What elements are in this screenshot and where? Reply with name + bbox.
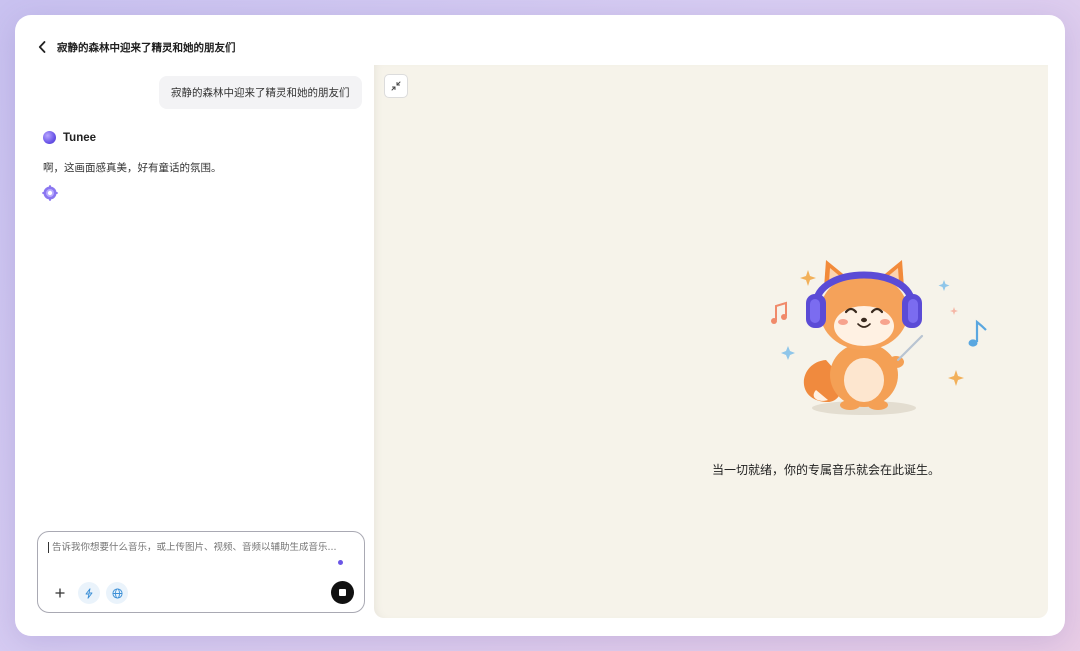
stop-button[interactable] xyxy=(331,581,354,604)
assistant-name: Tunee xyxy=(63,131,97,144)
music-preview-panel: 当一切就绪，你的专属音乐就会在此诞生。 xyxy=(374,65,1048,618)
lightning-icon xyxy=(85,587,93,599)
plus-icon xyxy=(55,588,65,598)
fox-mascot-illustration xyxy=(771,260,987,415)
user-message-bubble: 寂静的森林中迎来了精灵和她的朋友们 xyxy=(159,76,362,109)
app-window: 寂静的森林中迎来了精灵和她的朋友们 寂静的森林中迎来了精灵和她的朋友们 Tune… xyxy=(15,15,1065,636)
gear-loading-icon xyxy=(42,185,58,201)
page-title: 寂静的森林中迎来了精灵和她的朋友们 xyxy=(57,41,236,54)
collapse-arrows-icon xyxy=(391,81,401,91)
header: 寂静的森林中迎来了精灵和她的朋友们 xyxy=(35,39,236,55)
stop-icon xyxy=(339,589,346,596)
prompt-input[interactable] xyxy=(48,542,352,553)
quick-generate-button[interactable] xyxy=(78,582,100,604)
globe-icon xyxy=(111,587,123,599)
web-search-button[interactable] xyxy=(106,582,128,604)
assistant-avatar xyxy=(43,131,56,144)
status-dot xyxy=(338,560,343,565)
chevron-left-icon[interactable] xyxy=(35,39,49,55)
assistant-header: Tunee xyxy=(43,131,96,144)
prompt-input-box xyxy=(37,531,365,613)
collapse-panel-button[interactable] xyxy=(384,74,408,98)
assistant-message: 啊，这画面感真美，好有童话的氛围。 xyxy=(43,162,222,174)
add-attachment-button[interactable] xyxy=(49,582,71,604)
empty-state-text: 当一切就绪，你的专属音乐就会在此诞生。 xyxy=(711,463,940,477)
